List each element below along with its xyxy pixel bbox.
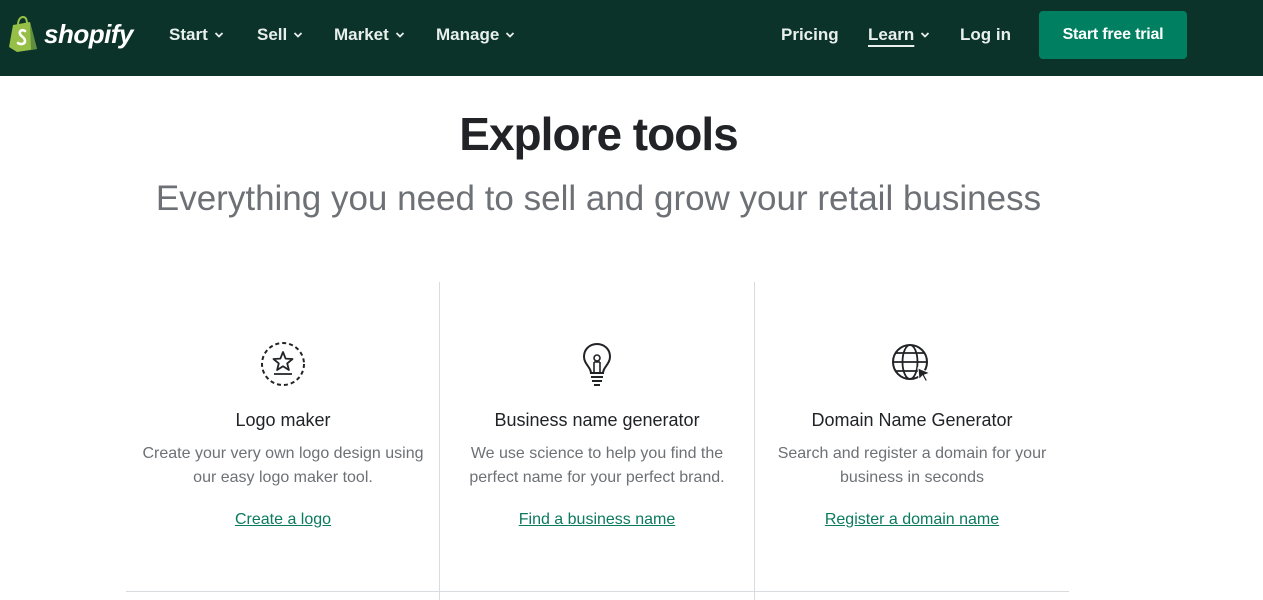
shopify-logo[interactable]: shopify xyxy=(8,16,133,52)
chevron-down-icon xyxy=(294,32,303,38)
brand-name: shopify xyxy=(44,19,133,49)
nav-item-sell[interactable]: Sell xyxy=(257,24,303,46)
nav-item-label: Manage xyxy=(436,25,500,44)
nav-item-market[interactable]: Market xyxy=(334,24,405,46)
tool-title: Business name generator xyxy=(494,410,700,430)
register-domain-name-link[interactable]: Register a domain name xyxy=(755,508,1069,532)
nav-item-label: Log in xyxy=(960,25,1011,44)
create-logo-link[interactable]: Create a logo xyxy=(126,508,440,532)
chevron-down-icon xyxy=(921,32,930,38)
page-subtitle: Everything you need to sell and grow you… xyxy=(155,179,1042,218)
nav-item-label: Learn xyxy=(868,25,915,44)
tool-card-logo-maker: Logo maker Create your very own logo des… xyxy=(126,282,440,591)
star-badge-icon xyxy=(261,342,305,386)
page-title: Explore tools xyxy=(459,108,738,160)
tool-title: Domain Name Generator xyxy=(811,410,1013,430)
tool-title: Logo maker xyxy=(235,410,331,430)
tool-description: We use science to help you find the perf… xyxy=(469,445,725,486)
link-label[interactable]: Register a domain name xyxy=(825,511,999,528)
tool-card-business-name-generator: Business name generator We use science t… xyxy=(440,282,754,591)
top-navigation: shopify Start Sell Market Manage Pricing… xyxy=(0,0,1263,76)
shopping-bag-icon xyxy=(9,16,37,52)
lightbulb-icon xyxy=(582,342,612,386)
tool-description: Create your very own logo design using o… xyxy=(142,445,424,486)
tool-card-domain-name-generator: Domain Name Generator Search and registe… xyxy=(755,282,1069,591)
nav-item-label: Sell xyxy=(257,25,288,44)
link-label[interactable]: Find a business name xyxy=(519,511,676,528)
row-divider xyxy=(126,591,1069,592)
nav-item-manage[interactable]: Manage xyxy=(436,24,515,46)
chevron-down-icon xyxy=(395,32,404,38)
nav-item-label: Pricing xyxy=(781,25,839,44)
globe-cursor-icon xyxy=(892,344,932,383)
chevron-down-icon xyxy=(506,32,515,38)
find-business-name-link[interactable]: Find a business name xyxy=(440,508,754,532)
link-label[interactable]: Create a logo xyxy=(235,511,331,528)
nav-item-label: Start xyxy=(169,25,208,44)
start-free-trial-button[interactable]: Start free trial xyxy=(1039,11,1187,59)
nav-item-pricing[interactable]: Pricing xyxy=(781,24,839,46)
nav-item-label: Market xyxy=(334,25,389,44)
nav-item-learn[interactable]: Learn xyxy=(868,24,930,46)
nav-item-start[interactable]: Start xyxy=(169,24,224,46)
tool-description: Search and register a domain for your bu… xyxy=(777,445,1047,486)
chevron-down-icon xyxy=(214,32,223,38)
nav-item-login[interactable]: Log in xyxy=(960,24,1011,46)
